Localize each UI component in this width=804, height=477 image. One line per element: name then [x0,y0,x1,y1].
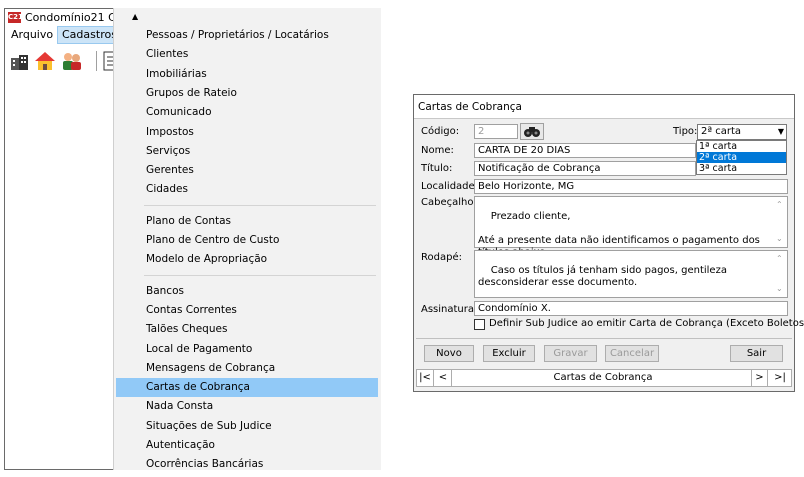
novo-label: Novo [436,348,462,359]
menu-item[interactable]: Pessoas / Proprietários / Locatários [116,26,378,45]
chevron-down-icon: ▼ [777,127,784,136]
tipo-option[interactable]: 2ª carta [697,152,786,163]
toolbar [5,47,115,77]
rodape-scrollbar[interactable]: ⌃ ⌄ [775,252,786,296]
menu-item[interactable]: Modelo de Apropriação [116,250,378,269]
menu-item[interactable]: Cidades [116,180,378,199]
scroll-down-icon[interactable]: ⌄ [776,233,783,245]
menu-item[interactable]: Bancos [116,282,378,301]
menu-item[interactable]: Contas Correntes [116,301,378,320]
app-logo-icon: C21 [8,12,23,23]
cadastros-dropdown-menu: ▲ Pessoas / Proprietários / Locatários Cl… [113,8,381,470]
excluir-button[interactable]: Excluir [483,345,535,362]
rodape-text: Caso os títulos já tenham sido pagos, ge… [478,265,731,288]
menu-item[interactable]: Comunicado [116,103,378,122]
window-title: Condomínio21 Co [25,11,113,24]
cabecalho-label: Cabeçalho: [421,197,477,208]
cabecalho-scrollbar[interactable]: ⌃ ⌄ [775,198,786,246]
tipo-option[interactable]: 1ª carta [697,141,786,152]
rodape-memo[interactable]: Caso os títulos já tenham sido pagos, ge… [474,250,788,298]
rodape-label: Rodapé: [421,252,462,263]
scroll-up-icon[interactable]: ⌃ [776,199,783,211]
nome-label: Nome: [421,145,454,156]
cartas-de-cobranca-dialog: Cartas de Cobrança Código: 2 Tipo: 2ª ca… [413,94,804,392]
sair-button[interactable]: Sair [730,345,783,362]
gravar-label: Gravar [553,348,588,359]
menu-item[interactable]: Cartas de Cobrança [116,378,378,398]
menu-item[interactable]: Mensagens de Cobrança [116,359,378,378]
menu-bar: Arquivo Cadastros [5,26,122,44]
gravar-button[interactable]: Gravar [544,345,597,362]
codigo-field: 2 [474,124,518,139]
titulo-field[interactable]: Notificação de Cobrança [474,161,696,176]
prev-record-button[interactable]: < [435,370,452,386]
menu-item[interactable]: Imobiliárias [116,65,378,84]
assinatura-label: Assinatura: [421,304,478,315]
tipo-select[interactable]: 2ª carta ▼ [697,124,787,140]
menu-separator [144,274,376,276]
menu-item[interactable]: Plano de Centro de Custo [116,231,378,250]
building-icon[interactable] [9,50,31,72]
last-record-button[interactable]: >| [769,370,791,386]
localidade-label: Localidade: [421,181,479,192]
divider [416,338,792,339]
next-record-button[interactable]: > [751,370,768,386]
tipo-selected-value: 2ª carta [701,126,742,137]
menu-arquivo[interactable]: Arquivo [7,26,57,44]
navigator-label: Cartas de Cobrança [553,372,653,383]
novo-button[interactable]: Novo [424,345,474,362]
binoculars-icon [524,127,540,137]
house-icon[interactable] [34,50,56,72]
sub-judice-label: Definir Sub Judice ao emitir Carta de Co… [489,318,804,329]
menu-item[interactable]: Ocorrências Bancárias [116,455,378,474]
codigo-label: Código: [421,126,460,137]
dialog-title-bar: Cartas de Cobrança [414,95,794,119]
sair-label: Sair [746,348,767,359]
scroll-up-icon[interactable]: ▲ [132,12,138,21]
dialog-title: Cartas de Cobrança [418,101,522,113]
menu-item[interactable]: Gerentes [116,161,378,180]
menu-item[interactable]: Impostos [116,123,378,142]
menu-item[interactable]: Grupos de Rateio [116,84,378,103]
tipo-label: Tipo: [673,126,698,137]
search-button[interactable] [520,123,544,140]
scroll-up-icon[interactable]: ⌃ [776,253,783,265]
menu-item[interactable]: Clientes [116,45,378,64]
menu-item[interactable]: Plano de Contas [116,212,378,231]
sub-judice-checkbox[interactable] [474,319,485,330]
people-icon[interactable] [61,50,83,72]
menu-item[interactable]: Situações de Sub Judice [116,417,378,436]
toolbar-separator [96,51,97,71]
menu-item[interactable]: Local de Pagamento [116,340,378,359]
localidade-field[interactable]: Belo Horizonte, MG [474,179,788,194]
cancelar-button[interactable]: Cancelar [605,345,659,362]
menu-item[interactable]: Autenticação [116,436,378,455]
scroll-down-icon[interactable]: ⌄ [776,283,783,295]
tipo-option[interactable]: 3ª carta [697,163,786,174]
title-bar: C21 Condomínio21 Co [5,9,115,26]
titulo-label: Título: [421,163,453,174]
menu-item[interactable]: Talões Cheques [116,320,378,339]
first-record-button[interactable]: |< [417,370,434,386]
nome-field[interactable]: CARTA DE 20 DIAS [474,143,696,158]
cancelar-label: Cancelar [609,348,655,359]
menu-item[interactable]: Nada Consta [116,397,378,416]
assinatura-field[interactable]: Condomínio X. [474,301,788,316]
menu-separator [144,204,376,206]
menu-item[interactable]: Serviços [116,142,378,161]
excluir-label: Excluir [492,348,526,359]
tipo-options-list: 1ª carta 2ª carta 3ª carta [696,140,787,175]
cabecalho-memo[interactable]: Prezado cliente, Até a presente data não… [474,196,788,258]
record-navigator: |< < Cartas de Cobrança > >| [416,369,792,387]
